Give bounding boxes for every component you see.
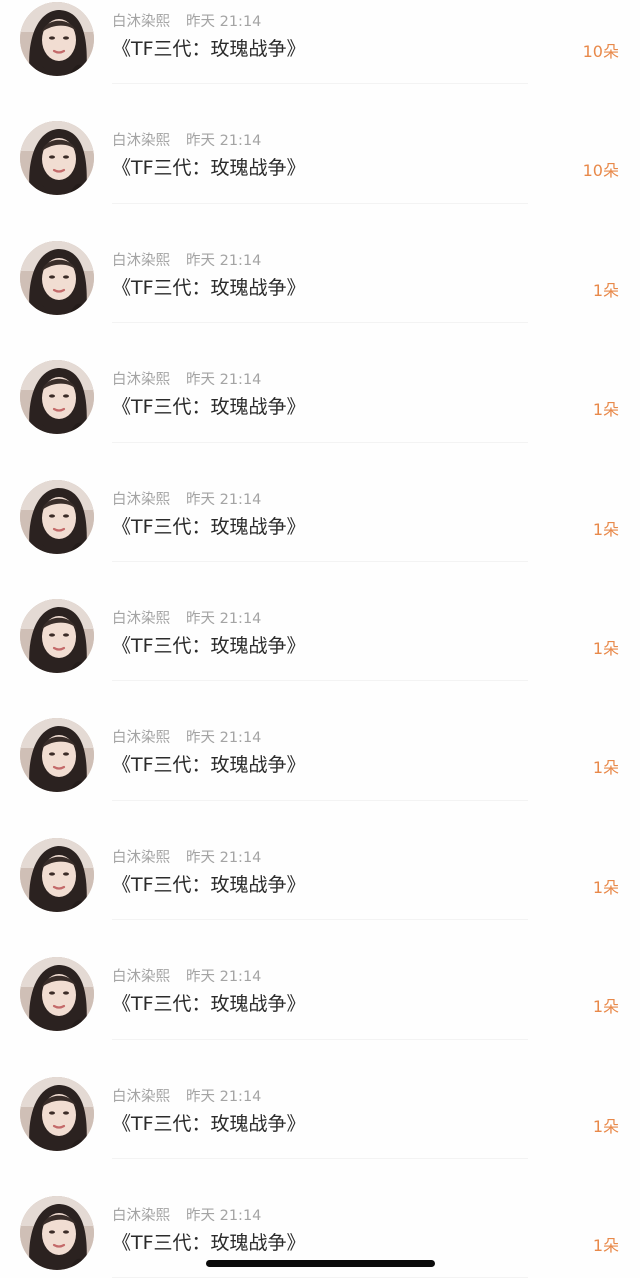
list-item[interactable]: 白沐染熙 昨天 21:14 《TF三代：玫瑰战争》 1朵 [0,920,640,1040]
list-item[interactable]: 白沐染熙 昨天 21:14 《TF三代：玫瑰战争》 1朵 [0,1040,640,1159]
timestamp: 昨天 21:14 [186,969,262,986]
work-title[interactable]: 《TF三代：玫瑰战争》 [112,631,306,658]
username[interactable]: 白沐染熙 [112,1208,170,1224]
username[interactable]: 白沐染熙 [112,372,170,388]
avatar[interactable] [20,718,94,793]
avatar[interactable] [20,1195,94,1270]
username[interactable]: 白沐染熙 [112,14,170,30]
timestamp: 昨天 21:14 [186,252,262,269]
item-meta: 白沐染熙 昨天 21:14 [112,965,261,986]
item-meta: 白沐染熙 昨天 21:14 [112,726,261,747]
home-indicator[interactable] [206,1260,435,1267]
avatar[interactable] [20,360,94,435]
timestamp: 昨天 21:14 [186,372,262,389]
item-meta: 白沐染熙 昨天 21:14 [112,846,261,867]
item-meta: 白沐染熙 昨天 21:14 [112,249,261,270]
avatar[interactable] [20,957,94,1032]
item-meta: 白沐染熙 昨天 21:14 [112,1204,261,1225]
timestamp: 昨天 21:14 [186,610,262,627]
username[interactable]: 白沐染熙 [112,850,170,866]
gift-count: 1朵 [592,1116,619,1136]
work-title[interactable]: 《TF三代：玫瑰战争》 [112,1228,306,1255]
list-item[interactable]: 白沐染熙 昨天 21:14 《TF三代：玫瑰战争》 10朵 [0,84,640,204]
username[interactable]: 白沐染熙 [112,492,170,508]
username[interactable]: 白沐染熙 [112,730,170,746]
username[interactable]: 白沐染熙 [112,133,170,149]
work-title[interactable]: 《TF三代：玫瑰战争》 [112,153,306,180]
item-meta: 白沐染熙 昨天 21:14 [112,607,261,628]
list-item[interactable]: 白沐染熙 昨天 21:14 《TF三代：玫瑰战争》 1朵 [0,681,640,801]
item-meta: 白沐染熙 昨天 21:14 [112,488,261,509]
gift-record-page: 白沐染熙 昨天 21:14 《TF三代：玫瑰战争》 10朵 白沐染熙 昨天 21:1… [0,0,640,1278]
username[interactable]: 白沐染熙 [112,253,170,269]
item-meta: 白沐染熙 昨天 21:14 [112,129,261,150]
gift-count: 1朵 [592,1235,619,1255]
avatar[interactable] [20,479,94,554]
gift-count: 1朵 [592,997,619,1017]
item-meta: 白沐染熙 昨天 21:14 [112,368,261,389]
username[interactable]: 白沐染熙 [112,611,170,627]
work-title[interactable]: 《TF三代：玫瑰战争》 [112,512,306,539]
list-item[interactable]: 白沐染熙 昨天 21:14 《TF三代：玫瑰战争》 1朵 [0,204,640,324]
item-meta: 白沐染熙 昨天 21:14 [112,1085,261,1106]
item-meta: 白沐染熙 昨天 21:14 [112,10,261,31]
gift-count: 1朵 [592,638,619,658]
timestamp: 昨天 21:14 [186,1088,262,1105]
timestamp: 昨天 21:14 [186,491,262,508]
gift-count: 10朵 [582,42,619,61]
timestamp: 昨天 21:14 [186,14,262,30]
username[interactable]: 白沐染熙 [112,969,170,985]
work-title[interactable]: 《TF三代：玫瑰战争》 [112,34,306,61]
work-title[interactable]: 《TF三代：玫瑰战争》 [112,750,306,777]
gift-count: 1朵 [592,400,619,420]
avatar[interactable] [20,121,94,196]
gift-count: 1朵 [592,519,619,539]
gift-count: 1朵 [592,877,619,897]
avatar[interactable] [20,240,94,315]
timestamp: 昨天 21:14 [186,133,262,150]
gift-count: 1朵 [592,280,619,300]
work-title[interactable]: 《TF三代：玫瑰战争》 [112,273,306,300]
list-item[interactable]: 白沐染熙 昨天 21:14 《TF三代：玫瑰战争》 1朵 [0,801,640,921]
work-title[interactable]: 《TF三代：玫瑰战争》 [112,1109,306,1136]
work-title[interactable]: 《TF三代：玫瑰战争》 [112,989,306,1016]
list-item[interactable]: 白沐染熙 昨天 21:14 《TF三代：玫瑰战争》 1朵 [0,443,640,562]
avatar[interactable] [20,1076,94,1151]
username[interactable]: 白沐染熙 [112,1089,170,1105]
list-item[interactable]: 白沐染熙 昨天 21:14 《TF三代：玫瑰战争》 10朵 [0,0,640,85]
work-title[interactable]: 《TF三代：玫瑰战争》 [112,392,306,419]
avatar[interactable] [20,2,94,76]
gift-count: 10朵 [582,161,619,181]
work-title[interactable]: 《TF三代：玫瑰战争》 [112,870,306,897]
list-item[interactable]: 白沐染熙 昨天 21:14 《TF三代：玫瑰战争》 1朵 [0,562,640,682]
avatar[interactable] [20,837,94,912]
avatar[interactable] [20,598,94,673]
gift-count: 1朵 [592,758,619,778]
gift-record-list: 白沐染熙 昨天 21:14 《TF三代：玫瑰战争》 10朵 白沐染熙 昨天 21:1… [0,0,640,1278]
timestamp: 昨天 21:14 [186,1207,262,1224]
timestamp: 昨天 21:14 [186,730,262,747]
list-item[interactable]: 白沐染熙 昨天 21:14 《TF三代：玫瑰战争》 1朵 [0,323,640,443]
timestamp: 昨天 21:14 [186,849,262,866]
